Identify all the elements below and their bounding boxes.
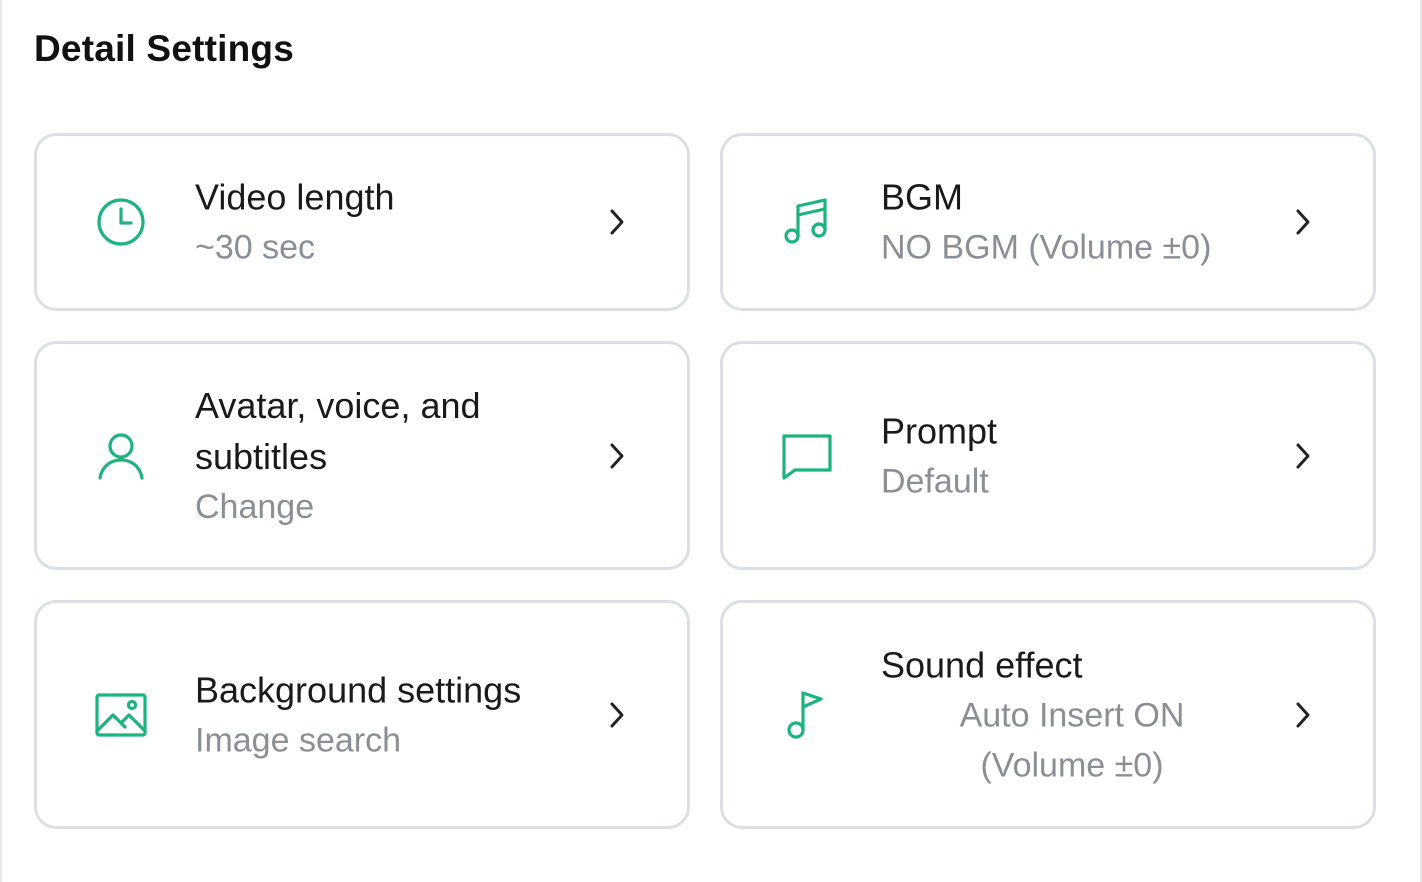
chevron-right-icon — [1291, 440, 1315, 472]
prompt-value: Default — [881, 462, 989, 500]
avatar-value: Change — [195, 487, 315, 526]
avatar-text: Avatar, voice, and subtitles Change — [195, 380, 587, 532]
avatar-label: Avatar, voice, and subtitles — [195, 384, 481, 477]
video-length-label: Video length — [195, 176, 395, 218]
bgm-text: BGM NO BGM (Volume ±0) — [881, 172, 1273, 273]
speech-bubble-icon — [779, 428, 835, 484]
video-length-card[interactable]: Video length ~30 sec — [34, 133, 690, 311]
image-icon — [93, 687, 149, 743]
prompt-text: Prompt Default — [881, 405, 1273, 506]
sound-effect-value-line1: Auto Insert ON — [959, 696, 1185, 734]
prompt-label: Prompt — [881, 410, 998, 451]
music-notes-icon — [779, 194, 835, 250]
clock-icon — [93, 194, 149, 250]
chevron-right-icon — [605, 440, 629, 472]
video-length-text: Video length ~30 sec — [195, 172, 587, 273]
bgm-value: NO BGM (Volume ±0) — [881, 228, 1212, 267]
background-text: Background settings Image search — [195, 664, 587, 765]
background-settings-card[interactable]: Background settings Image search — [34, 600, 690, 829]
detail-settings-panel: Detail Settings Video length ~30 sec BGM… — [0, 0, 1422, 882]
video-length-value: ~30 sec — [195, 228, 316, 267]
chevron-right-icon — [605, 206, 629, 238]
chevron-right-icon — [1291, 699, 1315, 731]
background-label: Background settings — [195, 669, 522, 710]
chevron-right-icon — [1291, 206, 1315, 238]
sound-effect-value-line2: (Volume ±0) — [980, 746, 1164, 784]
sound-effect-card[interactable]: Sound effect Auto Insert ON (Volume ±0) — [720, 600, 1376, 829]
bgm-card[interactable]: BGM NO BGM (Volume ±0) — [720, 133, 1376, 311]
bgm-label: BGM — [881, 176, 964, 218]
settings-grid: Video length ~30 sec BGM NO BGM (Volume … — [34, 133, 1376, 829]
prompt-card[interactable]: Prompt Default — [720, 341, 1376, 570]
page-title: Detail Settings — [34, 28, 294, 69]
sound-effect-text: Sound effect Auto Insert ON (Volume ±0) — [881, 639, 1273, 790]
avatar-voice-subtitles-card[interactable]: Avatar, voice, and subtitles Change — [34, 341, 690, 570]
chevron-right-icon — [605, 699, 629, 731]
background-value: Image search — [195, 721, 401, 759]
user-icon — [93, 428, 149, 484]
music-note-icon — [779, 687, 835, 743]
sound-effect-label: Sound effect — [881, 644, 1083, 685]
